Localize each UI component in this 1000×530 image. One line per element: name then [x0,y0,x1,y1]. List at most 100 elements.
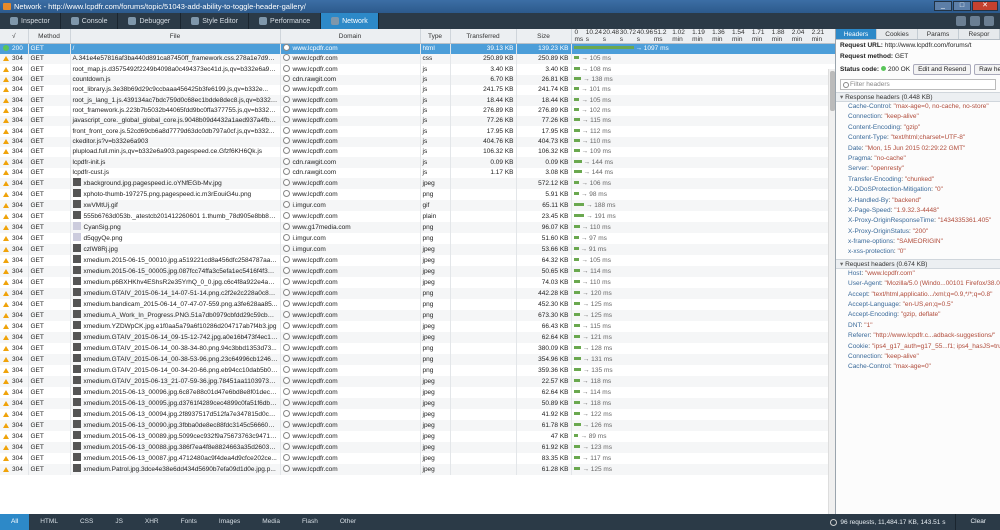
request-row[interactable]: 304 GET xmedium.2015-06-13_00090.jpg.3fbba… [0,420,835,432]
request-row[interactable]: 304 GET xmedium.GTAIV_2015-06-14_00-34-20-… [0,365,835,377]
header-row[interactable]: X-Proxy-OriginStatus: "200" [836,227,1000,237]
dock-icon[interactable] [970,16,980,26]
request-row[interactable]: 304 GET root_framework.js.223b7b5032b44065… [0,105,835,117]
header-row[interactable]: Transfer-Encoding: "chunked" [836,175,1000,185]
request-row[interactable]: 304 GET czlW8Rj.jpg i.imgur.com jpeg 53.66 KB… [0,244,835,256]
request-row[interactable]: 304 GET CyanSig.png www.g17media.com png 96.0… [0,222,835,234]
request-row[interactable]: 304 GET xmedium.2015-06-13_00088.jpg.386f7… [0,442,835,454]
filter-flash[interactable]: Flash [291,514,329,530]
header-row[interactable]: Accept-Language: "en-US,en;q=0.5" [836,300,1000,310]
header-row[interactable]: X-Handled-By: "backend" [836,196,1000,206]
request-row[interactable]: 304 GET xmedium.2015-06-15_00005.jpg.087fc… [0,266,835,278]
request-row[interactable]: 304 GET xphoto-thumb-197275.png.pagespeed.… [0,189,835,201]
request-row[interactable]: 304 GET d5qgyQe.png i.imgur.com png 51.60 KB →… [0,233,835,245]
tab-response[interactable]: Respor [959,29,1000,39]
request-row[interactable]: 304 GET xmedium.A_Work_In_Progress.PNG.51a… [0,310,835,322]
request-row[interactable]: 304 GET xmedium.GTAIV_2015-06-14_14-07-51-… [0,288,835,300]
filter-other[interactable]: Other [329,514,367,530]
response-headers-group[interactable]: Response headers (0.448 KB) [836,92,1000,102]
request-row[interactable]: 304 GET xmedium.2015-06-13_00095.jpg.d3761… [0,398,835,410]
request-row[interactable]: 304 GET root_library.js.3e38b69d29c9ccbaaa… [0,85,835,96]
request-headers-group[interactable]: Request headers (0.674 KB) [836,258,1000,269]
request-row[interactable]: 304 GET ckeditor.js?v=b332e6a903 www.lcpdfr… [0,136,835,148]
request-row[interactable]: 304 GET xmedium.GTAIV_2015-06-13_21-07-59-… [0,376,835,388]
raw-headers-button[interactable]: Raw headers [974,64,1000,75]
tab-style-editor[interactable]: Style Editor [181,13,250,29]
tab-network[interactable]: Network [321,13,379,29]
header-row[interactable]: X-Proxy-OriginResponseTime: "1434335361.… [836,216,1000,226]
header-row[interactable]: Host: "www.lcpdfr.com" [836,269,1000,279]
request-row[interactable]: 304 GET xmedium.2015-06-13_00089.jpg.5099c… [0,431,835,443]
settings-icon[interactable] [984,16,994,26]
request-row[interactable]: 304 GET xmedium.Patrol.jpg.3dce4e38e6dd434… [0,464,835,476]
request-row[interactable]: 304 GET lcpdfr-init.js cdn.rawgit.com js 0.09… [0,157,835,168]
header-row[interactable]: Connection: "keep-alive" [836,352,1000,362]
tab-inspector[interactable]: Inspector [0,13,61,29]
filter-xhr[interactable]: XHR [134,514,170,530]
header-row[interactable]: Cookie: "ips4_g17_auth=g17_55...f1; ips4… [836,342,1000,352]
tab-debugger[interactable]: Debugger [118,13,182,29]
request-row[interactable]: 304 GET xmedium.bandicam_2015-06-14_07-47-… [0,299,835,311]
edit-resend-button[interactable]: Edit and Resend [913,64,972,75]
request-row[interactable]: 304 GET xmedium.2015-06-15_00010.jpg.a5192… [0,255,835,267]
clear-button[interactable]: Clear [955,514,1000,530]
request-list-scrollbar[interactable] [828,69,835,514]
request-row[interactable]: 200 GET / www.lcpdfr.com html 39.13 KB 139.23 … [0,43,835,54]
header-row[interactable]: Referer: "http://www.lcpdfr.c...adback-s… [836,331,1000,341]
request-row[interactable]: 304 GET xmedium.p6BXHKhv4EShsR2e35YrhQ_0_0… [0,277,835,289]
col-type[interactable]: Type [420,29,451,44]
filter-html[interactable]: HTML [29,514,69,530]
request-row[interactable]: 304 GET A.341e4e57816af3ba440d891ca87450ff… [0,54,835,65]
request-row[interactable]: 304 GET root_map.js.d3575492f2249b4098a0c4… [0,64,835,75]
header-row[interactable]: Cache-Control: "max-age=0" [836,362,1000,372]
header-row[interactable]: Server: "openresty" [836,164,1000,174]
col-transferred[interactable]: Transferred [450,29,517,44]
tab-cookies[interactable]: Cookies [877,29,918,39]
request-row[interactable]: 304 GET xmedium.2015-06-13_00087.jpg.47124… [0,453,835,465]
tab-console[interactable]: Console [61,13,119,29]
maximize-button[interactable]: □ [953,1,971,11]
col-status[interactable]: √ [0,29,29,44]
header-row[interactable]: DNT: "1" [836,321,1000,331]
filter-css[interactable]: CSS [69,514,104,530]
request-row[interactable]: 304 GET xmedium.2015-06-13_00094.jpg.2f893… [0,409,835,421]
split-console-icon[interactable] [956,16,966,26]
header-row[interactable]: Content-Encoding: "gzip" [836,123,1000,133]
request-row[interactable]: 304 GET xmedium.GTAIV_2015-06-14_00-38-34-… [0,343,835,355]
col-size[interactable]: Size [516,29,572,44]
header-row[interactable]: Date: "Mon, 15 Jun 2015 02:29:22 GMT" [836,144,1000,154]
filter-images[interactable]: Images [208,514,251,530]
filter-fonts[interactable]: Fonts [170,514,208,530]
header-row[interactable]: x-xss-protection: "0" [836,247,1000,257]
header-row[interactable]: X-DDoSProtection-Mitigation: "0" [836,185,1000,195]
tab-params[interactable]: Params [918,29,959,39]
request-row[interactable]: 304 GET front_front_core.js.52cd69cb6a8d77… [0,126,835,137]
request-row[interactable]: 304 GET javascript_core._global_global_cor… [0,116,835,127]
header-row[interactable]: x-frame-options: "SAMEORIGIN" [836,237,1000,247]
filter-media[interactable]: Media [251,514,291,530]
request-row[interactable]: 304 GET xmedium.2015-06-13_00096.jpg.6c87e… [0,387,835,399]
request-row[interactable]: 304 GET 555b6763d053b._atestcb201412260601… [0,211,835,223]
col-file[interactable]: File [70,29,281,44]
col-domain[interactable]: Domain [280,29,421,44]
close-button[interactable]: ✕ [972,1,998,11]
col-timeline[interactable]: 0 ms 10.24 s 20.48 s 30.72 s 40.96 s 51.2 ms 1… [571,29,835,44]
request-row[interactable]: 304 GET xmedium.GTAIV_2015-06-14_09-15-12-… [0,332,835,344]
request-row[interactable]: 304 GET countdown.js cdn.rawgit.com js 6.70 K… [0,74,835,86]
request-row[interactable]: 304 GET plupload.full.min.js,qv=b332e6a903… [0,147,835,158]
header-row[interactable]: X-Page-Speed: "1.9.32.3-4448" [836,206,1000,216]
filter-headers-input[interactable]: Filter headers [840,79,996,90]
request-row[interactable]: 304 GET root_js_lang_1.js.439134ac7bdc759d… [0,95,835,106]
header-row[interactable]: Content-Type: "text/html;charset=UTF-8" [836,133,1000,143]
tab-headers[interactable]: Headers [836,29,877,39]
request-row[interactable]: 304 GET xwVMtUj.gif i.imgur.com gif 65.11 KB →… [0,200,835,212]
col-method[interactable]: Method [28,29,71,44]
filter-all[interactable]: All [0,514,30,530]
header-row[interactable]: User-Agent: "Mozilla/5.0 (Windo...00101 … [836,279,1000,289]
request-row[interactable]: 304 GET xmedium.YZDWpCK.jpg.e1f0aa5a79a6f1… [0,321,835,333]
header-row[interactable]: Accept-Encoding: "gzip, deflate" [836,310,1000,320]
header-row[interactable]: Cache-Control: "max-age=0, no-cache, no-… [836,102,1000,112]
header-row[interactable]: Accept: "text/html,applicatio.../xml;q=0… [836,290,1000,300]
header-row[interactable]: Pragma: "no-cache" [836,154,1000,164]
minimize-button[interactable]: _ [934,1,952,11]
